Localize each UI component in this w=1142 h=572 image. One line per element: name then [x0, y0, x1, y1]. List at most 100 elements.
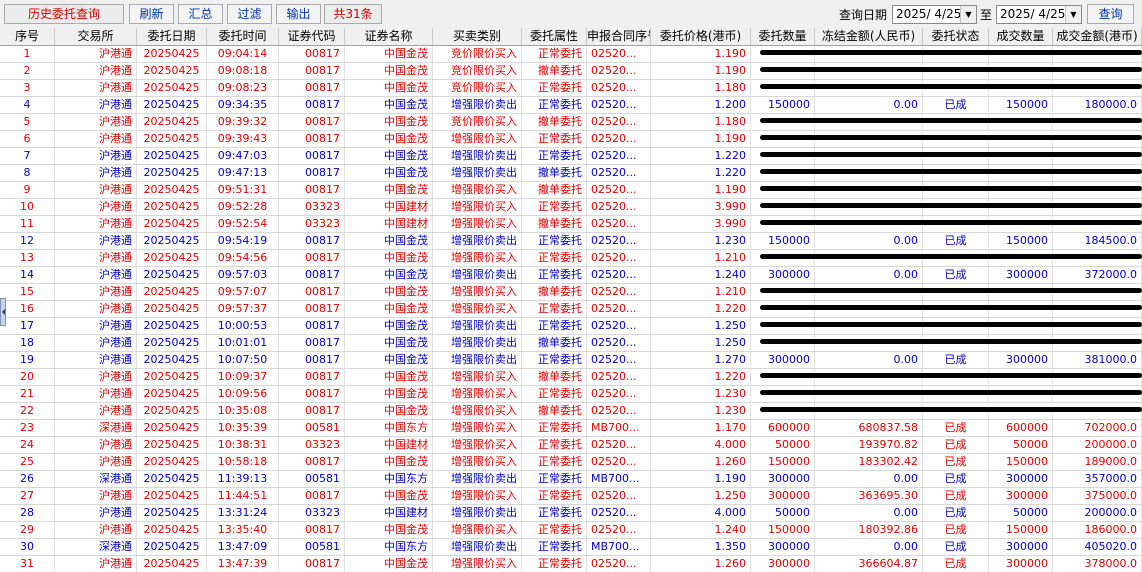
cell-order-price: 1.250	[651, 335, 751, 351]
table-row[interactable]: 8 沪港通 20250425 09:47:13 00817 中国金茂 增强限价卖出 撤单委托 0…	[0, 165, 1142, 182]
cell-security-name: 中国金茂	[345, 454, 433, 470]
header-order-date[interactable]: 委托日期	[137, 28, 207, 45]
chevron-down-icon[interactable]: ▼	[1065, 6, 1081, 23]
cell-order-date: 20250425	[137, 454, 207, 470]
table-row[interactable]: 14 沪港通 20250425 09:57:03 00817 中国金茂 增强限价卖出 正常委托…	[0, 267, 1142, 284]
table-row[interactable]: 9 沪港通 20250425 09:51:31 00817 中国金茂 增强限价买入 撤单委托 0…	[0, 182, 1142, 199]
table-row[interactable]: 25 沪港通 20250425 10:58:18 00817 中国金茂 增强限价买入 正常委托…	[0, 454, 1142, 471]
cell-security-code: 00817	[279, 352, 345, 368]
cell-contract-no: 02520...	[587, 267, 651, 283]
title-button[interactable]: 历史委托查询	[4, 4, 124, 24]
table-row[interactable]: 7 沪港通 20250425 09:47:03 00817 中国金茂 增强限价卖出 正常委托 0…	[0, 148, 1142, 165]
table-row[interactable]: 2 沪港通 20250425 09:08:18 00817 中国金茂 竞价限价买入 撤单委托 0…	[0, 63, 1142, 80]
header-order-qty[interactable]: 委托数量	[751, 28, 815, 45]
cell-order-date: 20250425	[137, 420, 207, 436]
cell-order-status: 已成	[923, 522, 989, 538]
table-row[interactable]: 3 沪港通 20250425 09:08:23 00817 中国金茂 竞价限价买入 正常委托 0…	[0, 80, 1142, 97]
cell-order-time: 13:47:09	[207, 539, 279, 555]
table-row[interactable]: 21 沪港通 20250425 10:09:56 00817 中国金茂 增强限价买入 正常委托…	[0, 386, 1142, 403]
cell-order-status: 已成	[923, 471, 989, 487]
cell-seq: 8	[0, 165, 55, 181]
table-row[interactable]: 30 深港通 20250425 13:47:09 00581 中国东方 增强限价卖出 正常委托…	[0, 539, 1142, 556]
chevron-down-icon[interactable]: ▼	[960, 6, 976, 23]
cell-trade-type: 增强限价买入	[433, 216, 522, 232]
cell-contract-no: 02520...	[587, 505, 651, 521]
cell-contract-no: 02520...	[587, 556, 651, 572]
table-row[interactable]: 18 沪港通 20250425 10:01:01 00817 中国金茂 增强限价卖出 撤单委托…	[0, 335, 1142, 352]
cell-exchange: 沪港通	[55, 437, 137, 453]
redaction-mark	[760, 254, 1142, 259]
table-row[interactable]: 23 深港通 20250425 10:35:39 00581 中国东方 增强限价买入 正常委托…	[0, 420, 1142, 437]
cell-contract-no: 02520...	[587, 63, 651, 79]
table-row[interactable]: 31 沪港通 20250425 13:47:39 00817 中国金茂 增强限价买入 正常委托…	[0, 556, 1142, 572]
table-row[interactable]: 11 沪港通 20250425 09:52:54 03323 中国建材 增强限价买入 撤单委托…	[0, 216, 1142, 233]
table-row[interactable]: 26 深港通 20250425 11:39:13 00581 中国东方 增强限价卖出 正常委托…	[0, 471, 1142, 488]
cell-exchange: 沪港通	[55, 216, 137, 232]
summary-button[interactable]: 汇总	[178, 4, 223, 24]
cell-trade-type: 增强限价卖出	[433, 165, 522, 181]
start-date-picker[interactable]: 2025/ 4/25 ▼	[892, 5, 977, 24]
cell-exchange: 沪港通	[55, 165, 137, 181]
cell-order-date: 20250425	[137, 250, 207, 266]
header-contract-no[interactable]: 申报合同序号	[587, 28, 651, 45]
cell-order-time: 11:44:51	[207, 488, 279, 504]
collapse-panel-handle[interactable]	[0, 298, 6, 326]
table-row[interactable]: 24 沪港通 20250425 10:38:31 03323 中国建材 增强限价买入 正常委托…	[0, 437, 1142, 454]
header-order-price[interactable]: 委托价格(港币)	[651, 28, 751, 45]
table-row[interactable]: 28 沪港通 20250425 13:31:24 03323 中国建材 增强限价卖出 正常委托…	[0, 505, 1142, 522]
cell-order-time: 09:08:23	[207, 80, 279, 96]
cell-frozen-amount: 193970.82	[815, 437, 923, 453]
header-order-status[interactable]: 委托状态	[923, 28, 989, 45]
table-row[interactable]: 6 沪港通 20250425 09:39:43 00817 中国金茂 增强限价买入 正常委托 0…	[0, 131, 1142, 148]
cell-order-date: 20250425	[137, 556, 207, 572]
cell-security-name: 中国金茂	[345, 165, 433, 181]
table-row[interactable]: 13 沪港通 20250425 09:54:56 00817 中国金茂 增强限价买入 正常委托…	[0, 250, 1142, 267]
cell-exchange: 深港通	[55, 539, 137, 555]
table-row[interactable]: 1 沪港通 20250425 09:04:14 00817 中国金茂 竞价限价买入 正常委托 0…	[0, 46, 1142, 63]
cell-order-qty: 300000	[751, 539, 815, 555]
table-row[interactable]: 10 沪港通 20250425 09:52:28 03323 中国建材 增强限价买入 正常委托…	[0, 199, 1142, 216]
export-button[interactable]: 输出	[276, 4, 321, 24]
cell-order-attr: 正常委托	[522, 352, 587, 368]
cell-order-qty: 300000	[751, 488, 815, 504]
header-filled-amount[interactable]: 成交金额(港币)	[1053, 28, 1142, 45]
cell-seq: 22	[0, 403, 55, 419]
header-exchange[interactable]: 交易所	[55, 28, 137, 45]
cell-order-attr: 正常委托	[522, 301, 587, 317]
header-security-name[interactable]: 证券名称	[345, 28, 433, 45]
table-row[interactable]: 4 沪港通 20250425 09:34:35 00817 中国金茂 增强限价卖出 正常委托 0…	[0, 97, 1142, 114]
table-row[interactable]: 22 沪港通 20250425 10:35:08 00817 中国金茂 增强限价买入 撤单委托…	[0, 403, 1142, 420]
cell-security-name: 中国金茂	[345, 318, 433, 334]
cell-seq: 9	[0, 182, 55, 198]
table-row[interactable]: 17 沪港通 20250425 10:00:53 00817 中国金茂 增强限价卖出 正常委托…	[0, 318, 1142, 335]
cell-security-name: 中国东方	[345, 420, 433, 436]
query-button[interactable]: 查询	[1087, 4, 1134, 24]
cell-seq: 19	[0, 352, 55, 368]
header-trade-type[interactable]: 买卖类别	[433, 28, 522, 45]
table-row[interactable]: 27 沪港通 20250425 11:44:51 00817 中国金茂 增强限价买入 正常委托…	[0, 488, 1142, 505]
cell-security-name: 中国建材	[345, 437, 433, 453]
end-date-picker[interactable]: 2025/ 4/25 ▼	[996, 5, 1082, 24]
header-order-time[interactable]: 委托时间	[207, 28, 279, 45]
redaction-mark	[760, 186, 1142, 191]
header-security-code[interactable]: 证券代码	[279, 28, 345, 45]
cell-trade-type: 增强限价买入	[433, 437, 522, 453]
cell-trade-type: 增强限价买入	[433, 420, 522, 436]
cell-order-date: 20250425	[137, 335, 207, 351]
table-row[interactable]: 12 沪港通 20250425 09:54:19 00817 中国金茂 增强限价卖出 正常委托…	[0, 233, 1142, 250]
header-frozen-amount[interactable]: 冻结金额(人民币)	[815, 28, 923, 45]
header-order-attr[interactable]: 委托属性	[522, 28, 587, 45]
refresh-button[interactable]: 刷新	[129, 4, 174, 24]
cell-frozen-amount: 366604.87	[815, 556, 923, 572]
cell-contract-no: MB700...	[587, 420, 651, 436]
table-row[interactable]: 20 沪港通 20250425 10:09:37 00817 中国金茂 增强限价买入 撤单委托…	[0, 369, 1142, 386]
table-row[interactable]: 5 沪港通 20250425 09:39:32 00817 中国金茂 竞价限价买入 撤单委托 0…	[0, 114, 1142, 131]
filter-button[interactable]: 过滤	[227, 4, 272, 24]
cell-order-attr: 撤单委托	[522, 216, 587, 232]
header-filled-qty[interactable]: 成交数量	[989, 28, 1053, 45]
table-row[interactable]: 19 沪港通 20250425 10:07:50 00817 中国金茂 增强限价卖出 正常委托…	[0, 352, 1142, 369]
table-row[interactable]: 15 沪港通 20250425 09:57:07 00817 中国金茂 增强限价买入 撤单委托…	[0, 284, 1142, 301]
table-row[interactable]: 16 沪港通 20250425 09:57:37 00817 中国金茂 增强限价买入 正常委托…	[0, 301, 1142, 318]
table-row[interactable]: 29 沪港通 20250425 13:35:40 00817 中国金茂 增强限价买入 正常委托…	[0, 522, 1142, 539]
header-seq[interactable]: 序号	[0, 28, 55, 45]
